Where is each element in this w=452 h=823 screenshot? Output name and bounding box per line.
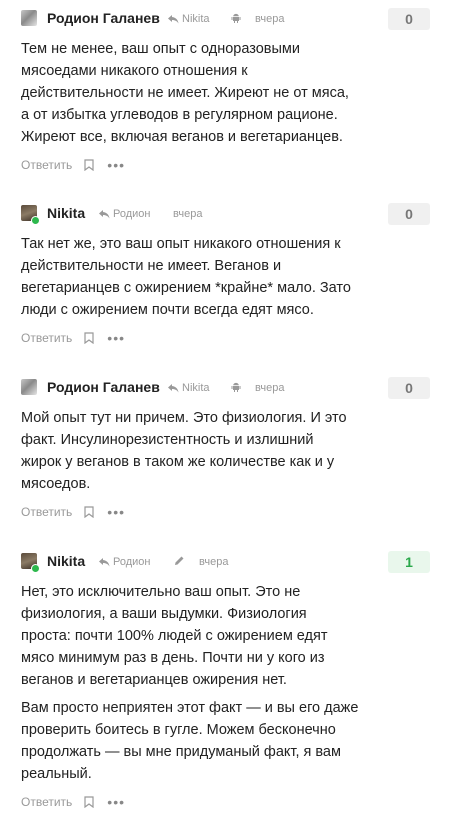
comment-header: Nikita Родион вчера 0 — [0, 203, 452, 225]
comment-paragraph: Вам просто неприятен этот факт — и вы ег… — [21, 700, 359, 782]
bookmark-icon[interactable] — [84, 332, 94, 344]
reply-button[interactable]: Ответить — [21, 505, 72, 519]
comment-header: Nikita Родион вчера 1 — [0, 551, 452, 573]
reply-to-name: Nikita — [182, 13, 210, 25]
bookmark-icon[interactable] — [84, 159, 94, 171]
comment-actions: Ответить ••• — [21, 158, 125, 172]
comment-text: Мой опыт тут ни причем. Это физиология. … — [21, 410, 347, 492]
bookmark-icon[interactable] — [84, 796, 94, 808]
reply-to-name: Nikita — [182, 382, 210, 394]
timestamp: вчера — [255, 382, 285, 394]
pencil-icon — [175, 556, 184, 565]
author-name[interactable]: Nikita — [47, 553, 85, 569]
timestamp: вчера — [199, 556, 229, 568]
reply-to-link[interactable]: Nikita — [168, 13, 210, 25]
score-badge[interactable]: 0 — [388, 8, 430, 30]
comment-text: Так нет же, это ваш опыт никакого отноше… — [21, 236, 351, 318]
timestamp: вчера — [173, 208, 203, 220]
reply-to-name: Родион — [113, 208, 151, 220]
author-name[interactable]: Родион Галанев — [47, 10, 160, 26]
comment-header: Родион Галанев Nikita вчера 0 — [0, 377, 452, 399]
avatar[interactable] — [21, 379, 37, 395]
android-icon — [231, 13, 241, 23]
comment: Родион Галанев Nikita вчера 0 Тем не мен… — [0, 8, 452, 172]
comment-actions: Ответить ••• — [21, 795, 125, 809]
comment: Nikita Родион вчера 1 Нет, это исключите… — [0, 551, 452, 809]
reply-to-name: Родион — [113, 556, 151, 568]
reply-to-link[interactable]: Nikita — [168, 382, 210, 394]
comment: Nikita Родион вчера 0 Так нет же, это ва… — [0, 203, 452, 345]
reply-arrow-icon — [168, 14, 179, 23]
comment-text: Тем не менее, ваш опыт с одноразовыми мя… — [21, 41, 349, 145]
reply-arrow-icon — [99, 209, 110, 218]
comment-paragraph: Нет, это исключительно ваш опыт. Это не … — [21, 584, 328, 688]
timestamp: вчера — [255, 13, 285, 25]
more-options-icon[interactable]: ••• — [107, 158, 125, 172]
more-options-icon[interactable]: ••• — [107, 331, 125, 345]
reply-to-link[interactable]: Родион — [99, 208, 151, 220]
score-badge[interactable]: 0 — [388, 377, 430, 399]
bookmark-icon[interactable] — [84, 506, 94, 518]
score-badge[interactable]: 0 — [388, 203, 430, 225]
reply-arrow-icon — [99, 557, 110, 566]
reply-arrow-icon — [168, 383, 179, 392]
reply-button[interactable]: Ответить — [21, 331, 72, 345]
more-options-icon[interactable]: ••• — [107, 795, 125, 809]
comment-actions: Ответить ••• — [21, 505, 125, 519]
author-name[interactable]: Родион Галанев — [47, 379, 160, 395]
reply-button[interactable]: Ответить — [21, 795, 72, 809]
comment: Родион Галанев Nikita вчера 0 Мой опыт т… — [0, 377, 452, 519]
online-indicator — [31, 216, 40, 225]
author-name[interactable]: Nikita — [47, 205, 85, 221]
avatar[interactable] — [21, 10, 37, 26]
reply-to-link[interactable]: Родион — [99, 556, 151, 568]
android-icon — [231, 382, 241, 392]
comment-actions: Ответить ••• — [21, 331, 125, 345]
score-badge[interactable]: 1 — [388, 551, 430, 573]
comment-header: Родион Галанев Nikita вчера 0 — [0, 8, 452, 30]
more-options-icon[interactable]: ••• — [107, 505, 125, 519]
online-indicator — [31, 564, 40, 573]
reply-button[interactable]: Ответить — [21, 158, 72, 172]
